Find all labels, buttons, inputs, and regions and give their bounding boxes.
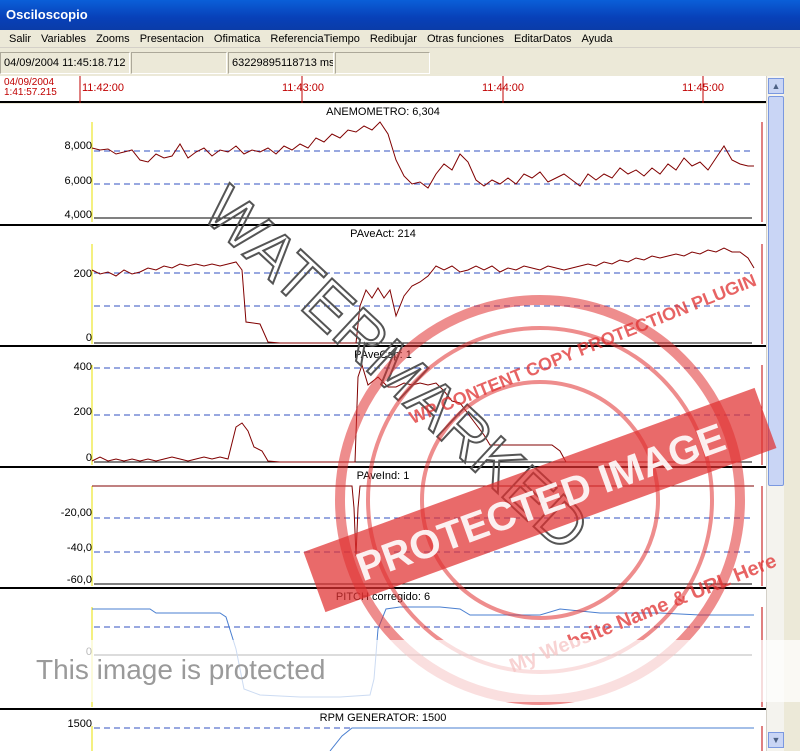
- time-tick-label: 11:43:00: [282, 82, 325, 94]
- menu-presentacion[interactable]: Presentacion: [135, 30, 209, 47]
- menu-editar-datos[interactable]: EditarDatos: [509, 30, 576, 47]
- status-field-4: [335, 52, 430, 74]
- paveact-plot: [91, 244, 763, 344]
- scrollbar-thumb[interactable]: [768, 96, 784, 486]
- rpm-generator-plot: [91, 726, 763, 751]
- status-milliseconds: 63229895118713 ms: [228, 52, 334, 74]
- scroll-down-arrow-icon[interactable]: ▼: [768, 732, 784, 748]
- pavecap-plot: [91, 363, 763, 465]
- panel-pavecap[interactable]: PAveCap: 1 400 200 0: [0, 347, 766, 468]
- menu-redibujar[interactable]: Redibujar: [365, 30, 422, 47]
- time-tick-label: 11:44:00: [482, 82, 525, 94]
- menu-ayuda[interactable]: Ayuda: [576, 30, 617, 47]
- oscilloscope-window: Osciloscopio Salir Variables Zooms Prese…: [0, 0, 800, 751]
- menu-referencia-tiempo[interactable]: ReferenciaTiempo: [265, 30, 364, 47]
- menu-salir[interactable]: Salir: [4, 30, 36, 47]
- status-datetime: 04/09/2004 11:45:18.712: [0, 52, 130, 74]
- window-title: Osciloscopio: [6, 7, 88, 22]
- protection-banner-text: This image is protected: [36, 654, 326, 685]
- menu-variables[interactable]: Variables: [36, 30, 91, 47]
- status-field-2: [131, 52, 227, 74]
- menu-bar: Salir Variables Zooms Presentacion Ofima…: [0, 30, 800, 48]
- status-bar: 04/09/2004 11:45:18.712 63229895118713 m…: [0, 50, 800, 76]
- title-bar: Osciloscopio: [0, 0, 800, 30]
- time-tick-label: 11:42:00: [82, 82, 125, 94]
- panel-paveind[interactable]: PAveInd: 1 -20,00 -40,0 -60,0: [0, 468, 766, 589]
- time-tick-label: 11:45:00: [682, 82, 725, 94]
- panel-paveact[interactable]: PAveAct: 214 200 0: [0, 226, 766, 347]
- paveind-plot: [91, 485, 763, 586]
- panel-rpm-generator[interactable]: RPM GENERATOR: 1500 1500: [0, 710, 766, 751]
- menu-otras-funciones[interactable]: Otras funciones: [422, 30, 509, 47]
- scroll-up-arrow-icon[interactable]: ▲: [768, 78, 784, 94]
- menu-zooms[interactable]: Zooms: [91, 30, 135, 47]
- anemometro-plot: [91, 121, 763, 222]
- time-axis-bar: 04/09/2004 1:41:57.215 11:42:00 11:43:00…: [0, 76, 766, 103]
- menu-ofimatica[interactable]: Ofimatica: [209, 30, 265, 47]
- panel-anemometro[interactable]: ANEMOMETRO: 6,304 8,000 6,000 4,000: [0, 104, 766, 226]
